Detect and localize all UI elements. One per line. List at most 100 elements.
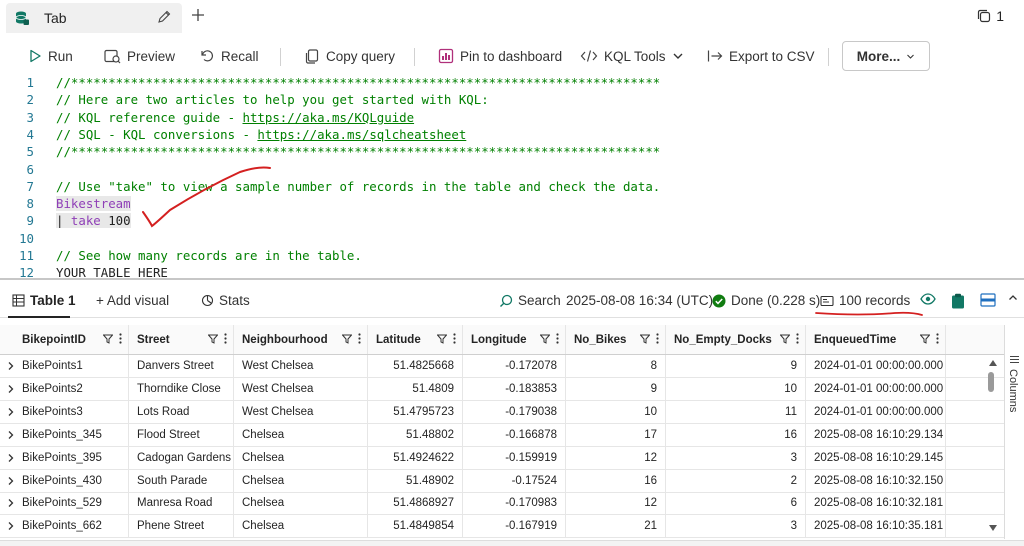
table-row[interactable]: BikePoints_395 Cadogan Gardens Chelsea 51.4… [0, 446, 1004, 470]
table-cell[interactable]: 2024-01-01 00:00:00.000 [806, 400, 946, 423]
filter-icon[interactable] [540, 334, 550, 344]
table-cell[interactable]: BikePoints_345 [14, 423, 129, 446]
preview-button[interactable]: Preview [104, 46, 175, 66]
table-cell[interactable]: BikePoints2 [14, 377, 129, 400]
filter-icon[interactable] [437, 334, 447, 344]
code-line[interactable]: 2 // Here are two articles to help you ge… [0, 91, 1024, 108]
more-button[interactable]: More... [842, 41, 930, 71]
table-cell[interactable]: Flood Street [129, 423, 234, 446]
table-cell[interactable]: Phene Street [129, 515, 234, 538]
table-cell[interactable]: 12 [566, 492, 666, 515]
more-options-icon[interactable] [556, 333, 559, 344]
code-line[interactable]: 4 // SQL - KQL conversions - https://aka.… [0, 126, 1024, 143]
filter-icon[interactable] [342, 334, 352, 344]
column-header[interactable]: No_Bikes [566, 325, 666, 354]
filter-icon[interactable] [208, 334, 218, 344]
code-line[interactable]: 9 | take 100 [0, 212, 1024, 229]
copy-query-button[interactable]: Copy query [304, 46, 395, 66]
code-line[interactable]: 3 // KQL reference guide - https://aka.ms… [0, 109, 1024, 126]
code-line[interactable]: 10 [0, 230, 1024, 247]
clipboard-button[interactable] [951, 293, 965, 309]
code-line[interactable]: 6 [0, 161, 1024, 178]
table-cell[interactable]: -0.179038 [463, 400, 566, 423]
table-cell[interactable]: BikePoints_395 [14, 446, 129, 469]
more-options-icon[interactable] [453, 333, 456, 344]
table-cell[interactable]: BikePoints_430 [14, 469, 129, 492]
table-cell[interactable]: 2 [666, 469, 806, 492]
kql-tools-button[interactable]: KQL Tools [580, 46, 684, 66]
table-cell[interactable]: Chelsea [234, 515, 368, 538]
code-line[interactable]: 8 Bikestream [0, 195, 1024, 212]
add-visual-button[interactable]: + Add visual [96, 293, 169, 308]
search-button[interactable]: Search [499, 293, 561, 308]
scroll-down-icon[interactable] [989, 525, 997, 531]
table-cell[interactable]: Manresa Road [129, 492, 234, 515]
column-header[interactable]: Longitude [463, 325, 566, 354]
more-options-icon[interactable] [796, 333, 799, 344]
table-cell[interactable]: 51.4795723 [368, 400, 463, 423]
code-line[interactable]: 1 //*************************************… [0, 74, 1024, 91]
export-csv-button[interactable]: Export to CSV [707, 46, 815, 66]
table-cell[interactable]: 2025-08-08 16:10:29.134 [806, 423, 946, 446]
table-cell[interactable]: 16 [566, 469, 666, 492]
table-cell[interactable]: 9 [666, 355, 806, 377]
table-cell[interactable]: Chelsea [234, 492, 368, 515]
table-row[interactable]: BikePoints_345 Flood Street Chelsea 51.4880… [0, 423, 1004, 447]
table-cell[interactable]: West Chelsea [234, 355, 368, 377]
filter-icon[interactable] [780, 334, 790, 344]
code-line[interactable]: 12 YOUR_TABLE_HERE [0, 264, 1024, 278]
table-cell[interactable]: South Parade [129, 469, 234, 492]
collapse-results[interactable] [1008, 293, 1018, 303]
table-row[interactable]: BikePoints_662 Phene Street Chelsea 51.4849… [0, 515, 1004, 539]
table-cell[interactable]: Cadogan Gardens [129, 446, 234, 469]
more-options-icon[interactable] [358, 333, 361, 344]
run-button[interactable]: Run [28, 46, 73, 66]
table-cell[interactable]: Chelsea [234, 446, 368, 469]
results-grid[interactable]: BikepointID Street Neighbourhood Latitude Lo… [0, 325, 1004, 539]
table-cell[interactable]: 51.4825668 [368, 355, 463, 377]
code-line[interactable]: 5 //*************************************… [0, 143, 1024, 160]
table-row[interactable]: BikePoints2 Thorndike Close West Chelsea 51… [0, 377, 1004, 401]
code-line[interactable]: 7 // Use "take" to view a sample number o… [0, 178, 1024, 195]
table-cell[interactable]: BikePoints_529 [14, 492, 129, 515]
pin-to-dashboard-button[interactable]: Pin to dashboard [438, 46, 562, 66]
visibility-toggle[interactable] [920, 293, 936, 305]
table-cell[interactable]: 17 [566, 423, 666, 446]
table-cell[interactable]: 3 [666, 446, 806, 469]
add-tab-icon[interactable] [190, 7, 206, 23]
more-options-icon[interactable] [224, 333, 227, 344]
table-cell[interactable]: 10 [566, 400, 666, 423]
table-cell[interactable]: 12 [566, 446, 666, 469]
column-header[interactable]: Street [129, 325, 234, 354]
table-cell[interactable]: 51.4809 [368, 377, 463, 400]
table-cell[interactable]: 9 [566, 377, 666, 400]
table-cell[interactable]: 51.48902 [368, 469, 463, 492]
table-row[interactable]: BikePoints_529 Manresa Road Chelsea 51.4868… [0, 492, 1004, 516]
table-cell[interactable]: -0.166878 [463, 423, 566, 446]
table-cell[interactable]: Chelsea [234, 469, 368, 492]
filter-icon[interactable] [640, 334, 650, 344]
table-cell[interactable]: West Chelsea [234, 400, 368, 423]
table-cell[interactable]: 51.4924622 [368, 446, 463, 469]
query-tab[interactable]: Tab [6, 3, 182, 33]
table-cell[interactable]: 2025-08-08 16:10:32.181 [806, 492, 946, 515]
table-cell[interactable]: 51.4849854 [368, 515, 463, 538]
table-row[interactable]: BikePoints3 Lots Road West Chelsea 51.47957… [0, 400, 1004, 424]
layout-toggle[interactable] [980, 293, 996, 307]
edit-pencil-icon[interactable] [156, 9, 172, 25]
table-cell[interactable]: Chelsea [234, 423, 368, 446]
table-cell[interactable]: 6 [666, 492, 806, 515]
tab-table-1[interactable]: Table 1 [12, 293, 76, 308]
columns-side-panel[interactable]: Columns [1004, 325, 1024, 539]
more-options-icon[interactable] [656, 333, 659, 344]
table-cell[interactable]: 2024-01-01 00:00:00.000 [806, 377, 946, 400]
column-header[interactable]: No_Empty_Docks [666, 325, 806, 354]
more-options-icon[interactable] [936, 333, 939, 344]
table-cell[interactable]: 3 [666, 515, 806, 538]
table-row[interactable]: BikePoints_430 South Parade Chelsea 51.4890… [0, 469, 1004, 493]
table-row[interactable]: BikePoints1 Danvers Street West Chelsea 51.… [0, 355, 1004, 378]
table-cell[interactable]: Danvers Street [129, 355, 234, 377]
table-cell[interactable]: -0.172078 [463, 355, 566, 377]
column-header[interactable]: EnqueuedTime [806, 325, 946, 354]
table-cell[interactable]: Thorndike Close [129, 377, 234, 400]
